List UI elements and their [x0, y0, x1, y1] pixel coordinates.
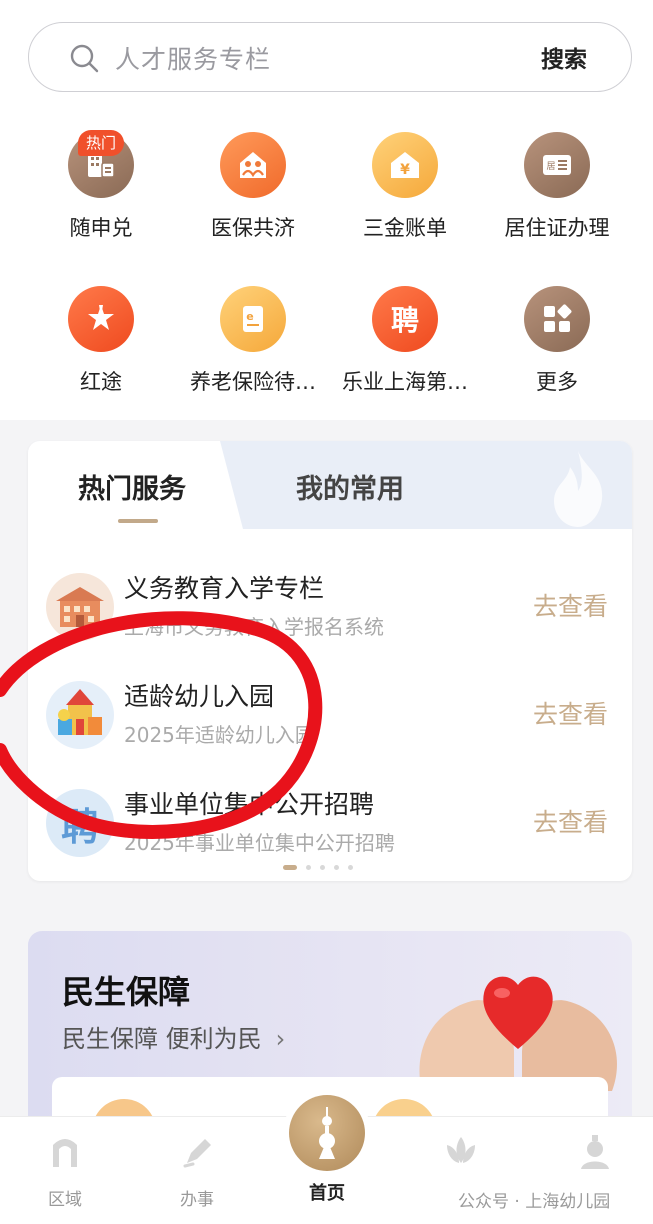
service-title: 适龄幼儿入园 [124, 682, 275, 711]
carousel-dot [334, 864, 339, 870]
quick-item-label: 三金账单 [363, 216, 447, 240]
view-button[interactable]: 去查看 [533, 803, 608, 839]
recruit-pin-icon: 聘 [372, 286, 438, 352]
nav-item-affairs[interactable]: 办事 [152, 1131, 242, 1210]
search-button[interactable]: 搜索 [541, 40, 587, 74]
nav-label: 区域 [48, 1190, 82, 1210]
yen-house-icon: ¥ [372, 132, 438, 198]
person-icon [581, 1135, 609, 1169]
flame-icon [554, 451, 603, 527]
carousel-dot [306, 864, 311, 870]
livelihood-title: 民生保障 [62, 973, 191, 1011]
carousel-dot [348, 864, 353, 870]
document-e-icon: e [220, 286, 286, 352]
svg-text:¥: ¥ [400, 162, 410, 178]
nav-label: 办事 [180, 1190, 214, 1210]
svg-text:e: e [246, 310, 253, 323]
bottom-nav: 区域 办事 首页 公众号 · 上海幼儿园 [0, 1095, 653, 1224]
tower-icon [289, 1095, 365, 1171]
id-card-icon: 居 [524, 132, 590, 198]
quick-item-label: 红途 [80, 370, 122, 394]
active-tab-indicator [118, 519, 158, 523]
wechat-watermark: 公众号 · 上海幼儿园 [458, 1192, 611, 1212]
nav-item-livelihood[interactable] [416, 1131, 506, 1175]
toy-castle-icon [46, 681, 114, 749]
quick-item-sanjin-bill[interactable]: ¥ 三金账单 [330, 132, 480, 242]
service-row-recruitment[interactable]: 聘 事业单位集中公开招聘 2025年事业单位集中公开招聘 去查看 [28, 771, 632, 871]
quick-item-label: 居住证办理 [504, 216, 610, 240]
top-section: 人才服务专栏 搜索 热门 随申兑 医保共济 ¥ 三金账单 居 居住证办理 红途 … [0, 0, 653, 420]
tab-hot-services[interactable]: 热门服务 [78, 467, 186, 506]
tab-my-frequent[interactable]: 我的常用 [296, 467, 404, 506]
school-building-icon [46, 573, 114, 641]
search-input[interactable]: 人才服务专栏 [115, 40, 271, 76]
view-button[interactable]: 去查看 [533, 695, 608, 731]
carousel-dots [283, 864, 353, 870]
arch-icon [53, 1139, 77, 1167]
view-button[interactable]: 去查看 [533, 587, 608, 623]
search-icon [70, 44, 99, 73]
red-star-route-icon [68, 286, 134, 352]
quick-item-residence-permit[interactable]: 居 居住证办理 [482, 132, 632, 242]
nav-item-home[interactable]: 首页 [286, 1095, 368, 1205]
hot-services-card: 热门服务 我的常用 义务教育入学专栏 上海市义务教育入学报名系统 去查看 适龄幼… [28, 441, 632, 881]
quick-item-pension[interactable]: e 养老保险待… [178, 286, 328, 396]
svg-text:居: 居 [546, 161, 555, 172]
service-row-education[interactable]: 义务教育入学专栏 上海市义务教育入学报名系统 去查看 [28, 555, 632, 655]
family-house-icon [220, 132, 286, 198]
service-title: 义务教育入学专栏 [124, 574, 325, 603]
quick-item-suishendui[interactable]: 热门 随申兑 [26, 130, 176, 242]
quick-item-label: 医保共济 [211, 216, 295, 240]
quick-item-label: 养老保险待… [190, 370, 316, 394]
quick-item-label: 随申兑 [69, 216, 133, 240]
service-subtitle: 上海市义务教育入学报名系统 [124, 615, 384, 639]
service-subtitle: 2025年适龄幼儿入园 [124, 723, 315, 747]
service-subtitle: 2025年事业单位集中公开招聘 [124, 831, 395, 855]
recruit-icon: 聘 [46, 789, 114, 857]
pen-icon [183, 1139, 211, 1168]
hot-badge: 热门 [78, 130, 125, 156]
quick-item-more[interactable]: 更多 [482, 286, 632, 396]
hands-heart-icon [419, 976, 617, 1091]
quick-item-medical-insurance[interactable]: 医保共济 [178, 132, 328, 242]
service-row-kindergarten[interactable]: 适龄幼儿入园 2025年适龄幼儿入园 去查看 [28, 663, 632, 763]
quick-item-label: 更多 [536, 370, 578, 394]
quick-item-label: 乐业上海第… [342, 370, 468, 394]
search-bar[interactable]: 人才服务专栏 搜索 [28, 22, 632, 92]
chevron-right-icon: › [275, 1025, 286, 1053]
lotus-icon [447, 1137, 475, 1163]
service-title: 事业单位集中公开招聘 [124, 790, 375, 819]
livelihood-subtitle-link[interactable]: 民生保障 便利为民 › [62, 1019, 285, 1054]
carousel-dot-active [283, 864, 297, 870]
carousel-dot [320, 864, 325, 870]
grid-more-icon [524, 286, 590, 352]
app-screen: 人才服务专栏 搜索 热门 随申兑 医保共济 ¥ 三金账单 居 居住证办理 红途 … [0, 0, 653, 1224]
livelihood-subtitle: 民生保障 便利为民 [62, 1025, 262, 1053]
nav-item-mine[interactable] [550, 1131, 640, 1175]
quick-item-leye-shanghai[interactable]: 聘 乐业上海第… [330, 286, 480, 396]
nav-item-region[interactable]: 区域 [20, 1131, 110, 1210]
quick-item-red-route[interactable]: 红途 [26, 286, 176, 396]
nav-label: 首页 [309, 1183, 345, 1204]
